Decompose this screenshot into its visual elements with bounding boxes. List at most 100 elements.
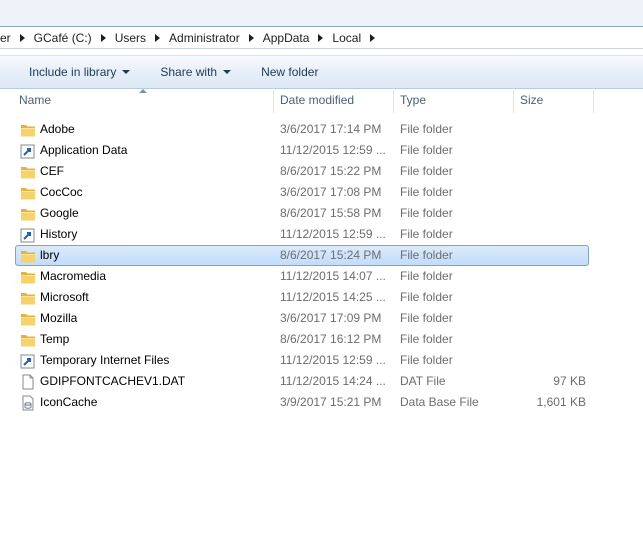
- file-size: [516, 309, 586, 328]
- file-name: Temp: [40, 332, 70, 346]
- file-type: File folder: [400, 248, 453, 262]
- file-row[interactable]: IconCache 3/9/2017 15:21 PM Data Base File…: [15, 392, 589, 413]
- breadcrumb-chevron-icon[interactable]: [19, 33, 25, 42]
- column-header-bar: Name Date modified Type Size: [0, 88, 643, 113]
- file-name: IconCache: [40, 395, 98, 409]
- file-row[interactable]: Macromedia 11/12/2015 14:07 ... File folde…: [15, 266, 589, 287]
- new-folder-button[interactable]: New folder: [253, 60, 326, 84]
- dropdown-arrow-icon: [122, 70, 131, 74]
- breadcrumb-chevron-icon[interactable]: [318, 33, 324, 42]
- breadcrumb-segment[interactable]: Administrator: [169, 31, 240, 45]
- breadcrumb-segment[interactable]: Users: [115, 31, 146, 45]
- address-bar[interactable]: er GCafé (C:) Users Administrator AppDat…: [0, 27, 643, 49]
- file-row[interactable]: Microsoft 11/12/2015 14:25 ... File folder: [15, 287, 589, 308]
- include-in-library-label: Include in library: [29, 65, 117, 79]
- file-type: File folder: [400, 290, 453, 304]
- breadcrumb-segment[interactable]: AppData: [263, 31, 310, 45]
- file-date-modified: 3/6/2017 17:09 PM: [280, 311, 382, 325]
- file-type: File folder: [400, 353, 453, 367]
- file-row[interactable]: lbry 8/6/2017 15:24 PM File folder: [15, 245, 589, 266]
- file-name: Mozilla: [40, 311, 78, 325]
- file-date-modified: 3/9/2017 15:21 PM: [280, 395, 382, 409]
- file-type: File folder: [400, 206, 453, 220]
- folder-icon: [20, 311, 36, 327]
- file-date-modified: 8/6/2017 15:22 PM: [280, 164, 382, 178]
- file-row[interactable]: Adobe 3/6/2017 17:14 PM File folder: [15, 119, 589, 140]
- column-divider[interactable]: [593, 88, 594, 113]
- folder-icon: [20, 248, 36, 264]
- file-type: File folder: [400, 332, 453, 346]
- file-type: DAT File: [400, 374, 446, 388]
- breadcrumb-chevron-icon[interactable]: [248, 33, 254, 42]
- file-name: History: [40, 227, 78, 241]
- column-divider[interactable]: [273, 88, 274, 113]
- file-name: Application Data: [40, 143, 128, 157]
- folder-icon: [20, 332, 36, 348]
- file-type: File folder: [400, 185, 453, 199]
- file-type: File folder: [400, 311, 453, 325]
- breadcrumb-segment[interactable]: er: [0, 31, 11, 45]
- file-row[interactable]: CocCoc 3/6/2017 17:08 PM File folder: [15, 182, 589, 203]
- breadcrumb-chevron-icon[interactable]: [155, 33, 161, 42]
- breadcrumb-chevron-icon[interactable]: [100, 33, 106, 42]
- column-header-date[interactable]: Date modified: [275, 88, 393, 113]
- file-size: 1,601 KB: [536, 395, 586, 409]
- window-top-strip: [0, 0, 643, 27]
- file-size: [516, 120, 586, 139]
- file-name: GDIPFONTCACHEV1.DAT: [40, 374, 186, 388]
- share-with-button[interactable]: Share with: [152, 60, 239, 84]
- file-type: File folder: [400, 269, 453, 283]
- file-name: CEF: [40, 164, 64, 178]
- file-date-modified: 8/6/2017 15:58 PM: [280, 206, 382, 220]
- file-type: File folder: [400, 122, 453, 136]
- file-size: [516, 246, 586, 265]
- column-header-size[interactable]: Size: [515, 88, 593, 113]
- column-header-type[interactable]: Type: [395, 88, 513, 113]
- breadcrumb-segment[interactable]: Local: [332, 31, 361, 45]
- shortcut-icon: [20, 353, 36, 369]
- file-row[interactable]: Mozilla 3/6/2017 17:09 PM File folder: [15, 308, 589, 329]
- breadcrumb-segment[interactable]: GCafé (C:): [34, 31, 92, 45]
- file-row[interactable]: Temp 8/6/2017 16:12 PM File folder: [15, 329, 589, 350]
- file-row[interactable]: GDIPFONTCACHEV1.DAT 11/12/2015 14:24 ... D…: [15, 371, 589, 392]
- file-date-modified: 3/6/2017 17:08 PM: [280, 185, 382, 199]
- file-date-modified: 11/12/2015 14:25 ...: [280, 290, 386, 304]
- file-size: [516, 225, 586, 244]
- folder-icon: [20, 164, 36, 180]
- file-row[interactable]: Application Data 11/12/2015 12:59 ... File…: [15, 140, 589, 161]
- file-type: Data Base File: [400, 395, 479, 409]
- file-size: [516, 162, 586, 181]
- file-size: [516, 141, 586, 160]
- file-row[interactable]: Google 8/6/2017 15:58 PM File folder: [15, 203, 589, 224]
- include-in-library-button[interactable]: Include in library: [21, 60, 138, 84]
- file-size: [516, 288, 586, 307]
- file-name: Temporary Internet Files: [40, 353, 170, 367]
- database-file-icon: [20, 395, 36, 411]
- file-row[interactable]: History 11/12/2015 12:59 ... File folder: [15, 224, 589, 245]
- file-name: Microsoft: [40, 290, 89, 304]
- folder-icon: [20, 269, 36, 285]
- sort-ascending-icon: [139, 89, 147, 93]
- file-size: [516, 330, 586, 349]
- folder-icon: [20, 185, 36, 201]
- file-size: 97 KB: [553, 374, 586, 388]
- file-row[interactable]: Temporary Internet Files 11/12/2015 12:59…: [15, 350, 589, 371]
- file-name: CocCoc: [40, 185, 83, 199]
- file-row[interactable]: CEF 8/6/2017 15:22 PM File folder: [15, 161, 589, 182]
- breadcrumb-chevron-icon[interactable]: [370, 33, 376, 42]
- file-name: Google: [40, 206, 79, 220]
- file-type: File folder: [400, 227, 453, 241]
- folder-icon: [20, 290, 36, 306]
- dropdown-arrow-icon: [223, 70, 232, 74]
- column-divider[interactable]: [513, 88, 514, 113]
- file-date-modified: 11/12/2015 12:59 ...: [280, 143, 386, 157]
- file-date-modified: 11/12/2015 12:59 ...: [280, 227, 386, 241]
- column-divider[interactable]: [393, 88, 394, 113]
- file-size: [516, 183, 586, 202]
- command-toolbar: Include in library Share with New folder: [0, 55, 643, 89]
- file-type: File folder: [400, 164, 453, 178]
- share-with-label: Share with: [160, 65, 218, 79]
- folder-icon: [20, 122, 36, 138]
- file-size: [516, 267, 586, 286]
- file-date-modified: 11/12/2015 14:07 ...: [280, 269, 386, 283]
